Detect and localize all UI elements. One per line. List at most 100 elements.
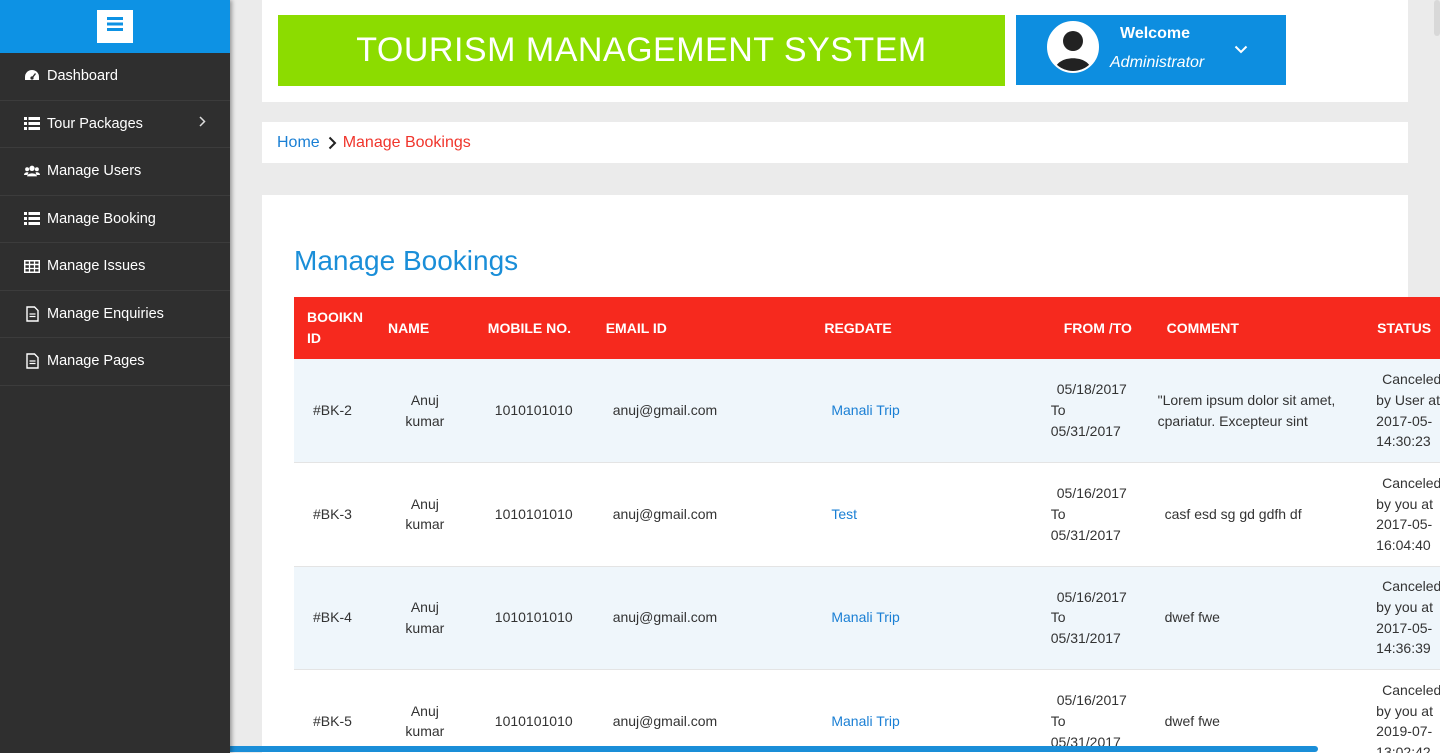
status-line: 2019-07- (1376, 723, 1433, 740)
bookings-table: BOOIKN ID NAME MOBILE NO. EMAIL ID REGDA… (294, 297, 1440, 753)
table-row: #BK-3 Anuj kumar 1010101010 anuj@gmail.co… (294, 462, 1440, 567)
column-header-id: BOOIKN ID (294, 297, 375, 359)
email-address: anuj@gmail.com (592, 669, 812, 753)
to-date: 05/31/2017 (1050, 526, 1121, 543)
menu-toggle-button[interactable] (97, 10, 133, 43)
sidebar-item-label: Tour Packages (47, 115, 143, 132)
booking-id: #BK-3 (294, 462, 375, 567)
status-line: Canceled (1382, 371, 1440, 388)
to-label: To (1050, 402, 1066, 419)
sidebar-item-manage-enquiries[interactable]: Manage Enquiries (0, 291, 230, 338)
package-link[interactable]: Manali Trip (831, 402, 899, 418)
date-range: 05/16/2017 To 05/31/2017 (1050, 566, 1154, 670)
table-row: #BK-4 Anuj kumar 1010101010 anuj@gmail.co… (294, 566, 1440, 670)
column-header-email: EMAIL ID (592, 297, 812, 359)
table-row: #BK-2 Anuj kumar 1010101010 anuj@gmail.co… (294, 359, 1440, 463)
status-line: Canceled (1382, 578, 1440, 595)
package-cell: Manali Trip (811, 566, 1051, 670)
bookings-table-container[interactable]: BOOIKN ID NAME MOBILE NO. EMAIL ID REGDA… (294, 297, 1440, 753)
status-text: Canceled by you at 2017-05- 16:04:40 (1364, 462, 1440, 567)
breadcrumb-home-link[interactable]: Home (277, 134, 320, 152)
column-header-comment: COMMENT (1153, 297, 1365, 359)
sidebar-item-label: Manage Booking (47, 210, 156, 227)
welcome-label: Welcome (1120, 25, 1190, 42)
comment-text: "Lorem ipsum dolor sit amet, cpariatur. … (1153, 359, 1365, 463)
chevron-down-icon[interactable] (1234, 41, 1248, 59)
app-title: TOURISM MANAGEMENT SYSTEM (278, 15, 1005, 86)
customer-last-name: kumar (405, 619, 445, 636)
breadcrumb-current: Manage Bookings (342, 133, 471, 151)
customer-last-name: kumar (405, 723, 445, 740)
sidebar-item-manage-issues[interactable]: Manage Issues (0, 243, 230, 291)
mobile-number: 1010101010 (474, 669, 593, 753)
customer-first-name: Anuj (410, 391, 439, 408)
dashboard-icon (24, 68, 40, 84)
table-icon (24, 258, 40, 274)
booking-id: #BK-5 (294, 669, 375, 753)
vertical-scrollbar[interactable] (1434, 0, 1440, 36)
list-icon (24, 211, 40, 227)
status-line: 2017-05- (1376, 619, 1433, 636)
to-date: 05/31/2017 (1050, 630, 1121, 647)
status-line: 14:36:39 (1376, 640, 1431, 657)
column-header-mobile: MOBILE NO. (474, 297, 593, 359)
status-text: Canceled by User at 2017-05- 14:30:23 (1364, 359, 1440, 463)
list-icon (24, 116, 40, 132)
comment-text: dwef fwe (1153, 566, 1365, 670)
sidebar-item-manage-users[interactable]: Manage Users (0, 148, 230, 196)
package-cell: Manali Trip (811, 669, 1051, 753)
column-header-name: NAME (374, 297, 475, 359)
package-link[interactable]: Manali Trip (831, 609, 899, 625)
package-link[interactable]: Test (831, 506, 857, 522)
breadcrumb: Home Manage Bookings (262, 122, 1408, 163)
booking-id: #BK-4 (294, 566, 375, 670)
sidebar-item-dashboard[interactable]: Dashboard (0, 53, 230, 101)
column-header-from-to: FROM /TO (1050, 297, 1154, 359)
sidebar-item-label: Manage Users (47, 163, 142, 180)
file-icon (24, 306, 40, 322)
user-role: Administrator (1110, 54, 1205, 71)
chevron-right-icon (328, 136, 337, 150)
status-line: 16:04:40 (1376, 536, 1431, 553)
user-menu[interactable]: Welcome Administrator (1016, 15, 1286, 85)
from-date: 05/16/2017 (1056, 692, 1127, 709)
sidebar-item-manage-pages[interactable]: Manage Pages (0, 338, 230, 386)
booking-id: #BK-2 (294, 359, 375, 463)
status-text: Canceled by you at 2019-07- 13:02:42 (1364, 669, 1440, 753)
status-line: 13:02:42 (1376, 743, 1431, 753)
page-title: Manage Bookings (294, 245, 519, 276)
customer-first-name: Anuj (410, 599, 439, 616)
sidebar-header (0, 0, 230, 53)
mobile-number: 1010101010 (474, 359, 593, 463)
date-range: 05/16/2017 To 05/31/2017 (1050, 462, 1154, 567)
status-line: Canceled (1382, 681, 1440, 698)
sidebar-item-tour-packages[interactable]: Tour Packages (0, 101, 230, 148)
from-date: 05/16/2017 (1056, 588, 1127, 605)
sidebar-item-label: Dashboard (47, 68, 118, 85)
sidebar: Dashboard Tour Packages Manage Users Man… (0, 0, 230, 753)
date-range: 05/18/2017 To 05/31/2017 (1050, 359, 1154, 463)
package-link[interactable]: Manali Trip (831, 713, 899, 729)
customer-name: Anuj kumar (374, 359, 475, 463)
table-row: #BK-5 Anuj kumar 1010101010 anuj@gmail.co… (294, 669, 1440, 753)
comment-text: casf esd sg gd gdfh df (1153, 462, 1365, 567)
customer-name: Anuj kumar (374, 462, 475, 567)
package-cell: Manali Trip (811, 359, 1051, 463)
status-line: 14:30:23 (1376, 433, 1431, 450)
sidebar-item-label: Manage Issues (47, 258, 146, 275)
customer-last-name: kumar (405, 516, 445, 533)
status-line: 2017-05- (1376, 412, 1433, 429)
users-icon (24, 163, 40, 179)
to-label: To (1050, 712, 1066, 729)
customer-first-name: Anuj (410, 702, 439, 719)
status-text: Canceled by you at 2017-05- 14:36:39 (1364, 566, 1440, 670)
sidebar-item-manage-booking[interactable]: Manage Booking (0, 196, 230, 243)
comment-text: dwef fwe (1153, 669, 1365, 753)
status-line: Canceled (1382, 474, 1440, 491)
from-date: 05/18/2017 (1056, 381, 1127, 398)
from-date: 05/16/2017 (1056, 485, 1127, 502)
avatar (1047, 21, 1099, 73)
status-line: by User at (1376, 391, 1440, 408)
mobile-number: 1010101010 (474, 462, 593, 567)
customer-last-name: kumar (405, 412, 445, 429)
